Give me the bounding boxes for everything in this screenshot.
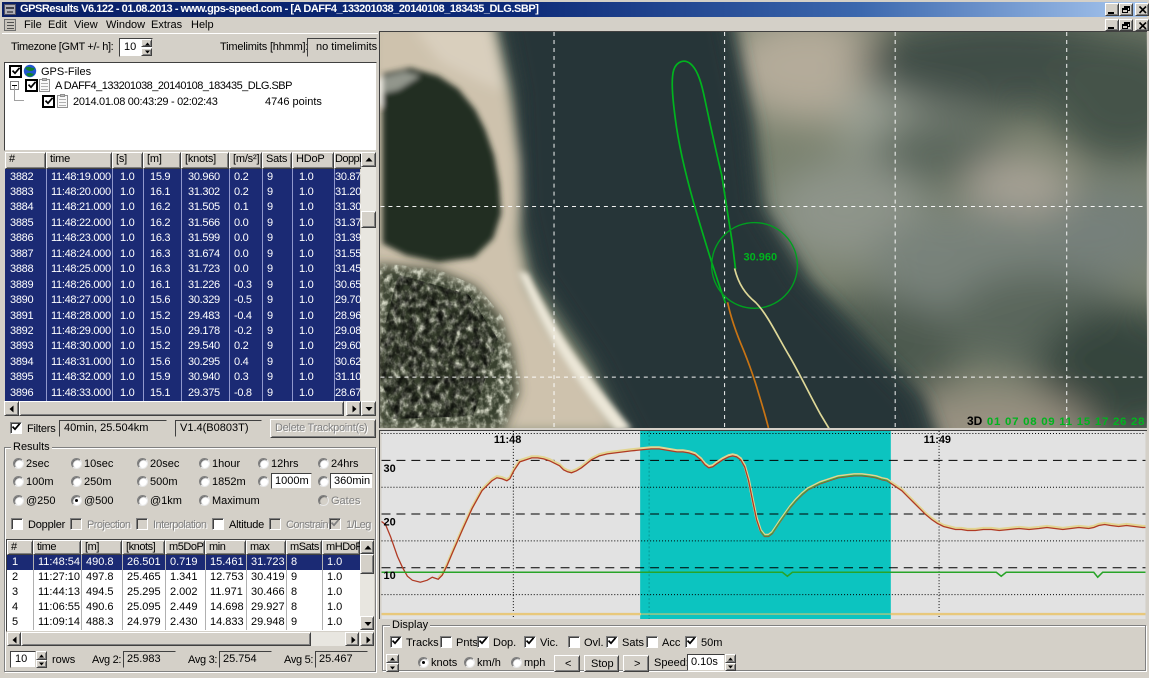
svg-text:11:48: 11:48 (494, 434, 521, 446)
svg-text:3D: 3D (967, 414, 983, 428)
svg-text:10: 10 (384, 570, 396, 582)
svg-text:11:49: 11:49 (924, 434, 951, 446)
svg-text:30: 30 (384, 463, 396, 475)
svg-text:20: 20 (384, 516, 396, 528)
svg-text:01 07 08 09 11 15 17 26 28: 01 07 08 09 11 15 17 26 28 (987, 416, 1145, 428)
svg-text:30.960: 30.960 (744, 251, 778, 263)
